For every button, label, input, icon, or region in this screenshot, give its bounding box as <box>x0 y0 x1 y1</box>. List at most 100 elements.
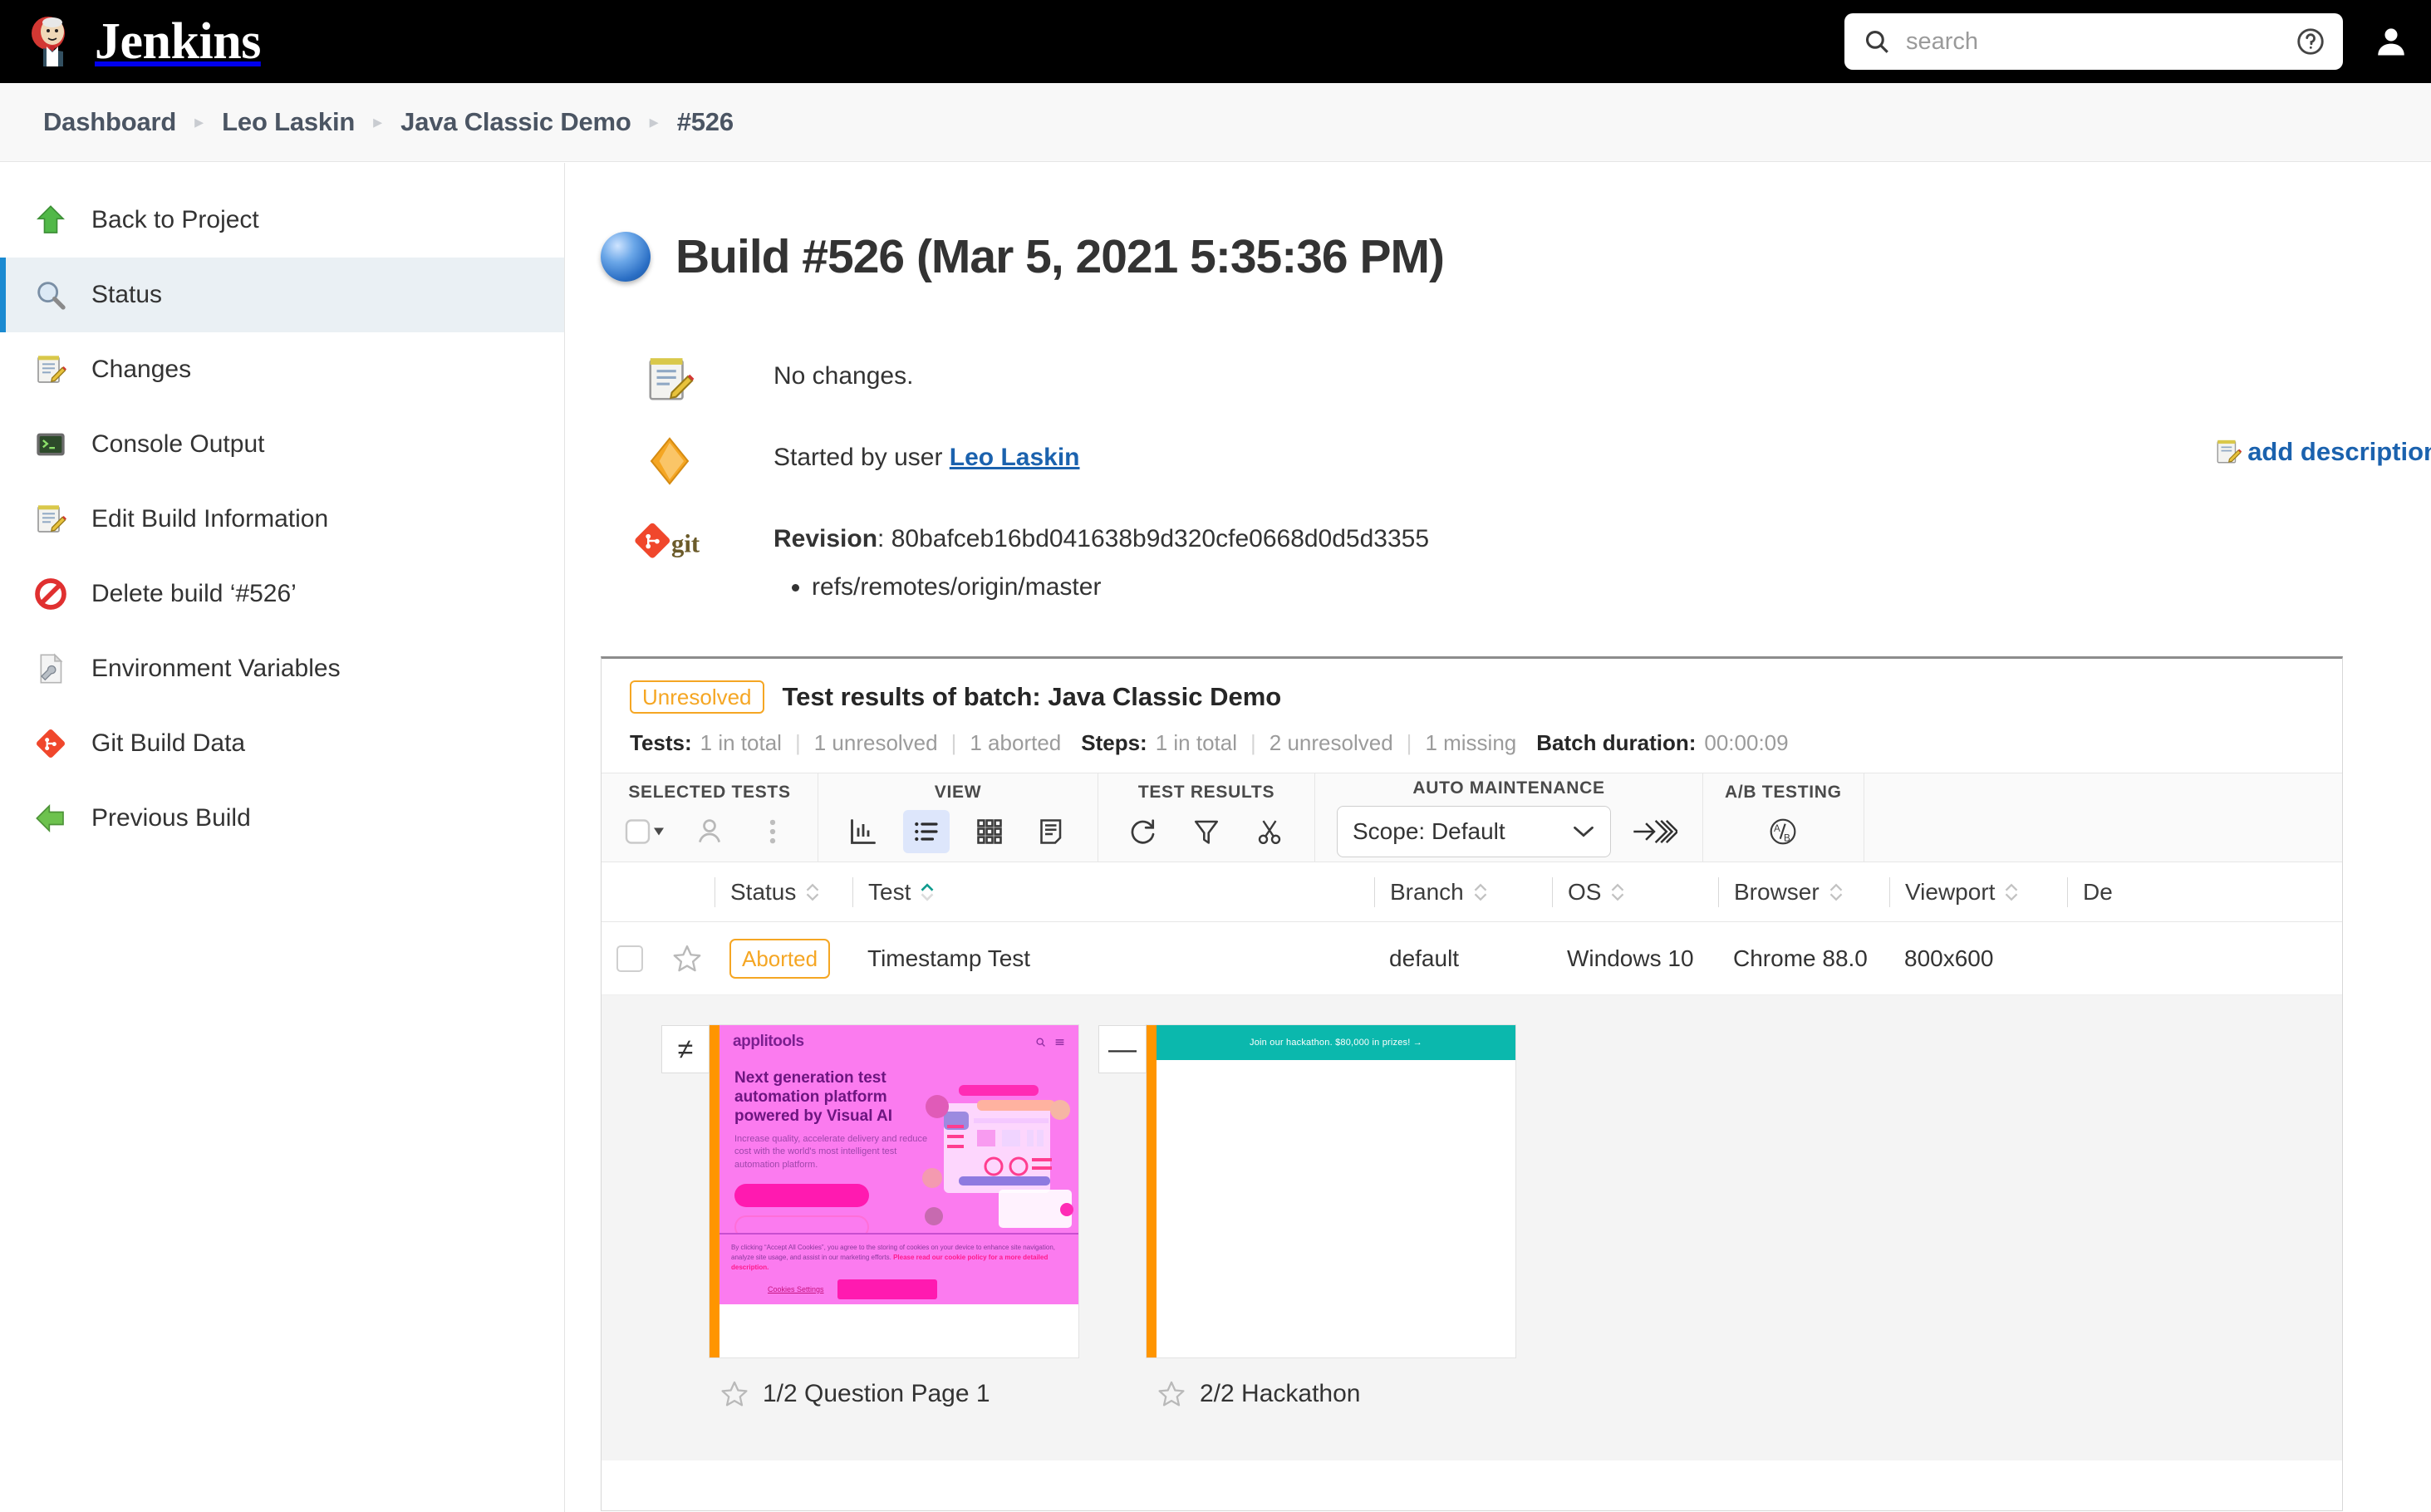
cell-branch: default <box>1374 945 1552 972</box>
diff-marker-badge[interactable]: ≠ <box>661 1025 710 1073</box>
mock-hackathon-banner: Join our hackathon. $80,000 in prizes! → <box>1157 1025 1515 1060</box>
breadcrumb-item-java-classic-demo[interactable]: Java Classic Demo <box>400 107 631 137</box>
sidebar-item-label: Git Build Data <box>91 731 245 756</box>
sort-icon <box>1609 881 1626 903</box>
sidebar-item-back-to-project[interactable]: Back to Project <box>0 183 564 258</box>
steps-missing: 1 missing <box>1425 730 1516 756</box>
thumbnail-caption-row: 2/2 Hackathon <box>1147 1379 1515 1409</box>
column-header-device[interactable]: De <box>2067 877 2183 907</box>
refresh-icon[interactable] <box>1120 810 1166 853</box>
mock-cookie-settings-link: Cookies Settings <box>768 1285 824 1294</box>
star-outline-icon[interactable] <box>719 1379 749 1409</box>
star-outline-icon[interactable] <box>1157 1379 1186 1409</box>
toolbar-group-view: VIEW <box>818 773 1098 862</box>
mock-paragraph: Increase quality, accelerate delivery an… <box>719 1127 928 1173</box>
sidebar-item-console-output[interactable]: Console Output <box>0 407 564 482</box>
sidebar-item-previous-build[interactable]: Previous Build <box>0 781 564 856</box>
refs-list: refs/remotes/origin/master <box>774 568 1429 606</box>
stat-separator: | <box>1250 730 1256 756</box>
tests-label: Tests: <box>630 730 692 756</box>
sidebar-item-environment-variables[interactable]: Environment Variables <box>0 631 564 706</box>
thumbnail-card[interactable]: ≠ applitools <box>710 1025 1078 1409</box>
page-title-row: Build #526 (Mar 5, 2021 5:35:36 PM) <box>601 198 2431 316</box>
person-icon[interactable] <box>686 810 733 853</box>
column-header-test[interactable]: Test <box>852 877 1374 907</box>
breadcrumb-item-leo-laskin[interactable]: Leo Laskin <box>222 107 355 137</box>
toolbar-spacer <box>1864 773 2342 862</box>
mock-page-body <box>719 1304 1078 1357</box>
up-arrow-icon <box>32 201 70 239</box>
duration-label: Batch duration: <box>1536 730 1696 756</box>
star-outline-icon[interactable] <box>671 943 703 974</box>
list-view-icon[interactable] <box>903 810 950 853</box>
duration-value: 00:00:09 <box>1704 730 1788 756</box>
sidebar-item-label: Edit Build Information <box>91 507 328 532</box>
git-revision-row: git Revision: 80bafceb16bd041638b9d320cf… <box>566 513 2431 606</box>
table-row[interactable]: Aborted Timestamp Test default Windows 1… <box>602 922 2342 995</box>
test-results-toolbar: SELECTED TESTS <box>602 773 2342 862</box>
cell-os: Windows 10 <box>1552 945 1718 972</box>
sidebar-item-changes[interactable]: Changes <box>0 332 564 407</box>
breadcrumb-item-build-number[interactable]: #526 <box>677 107 734 137</box>
toolbar-group-test-results: TEST RESULTS <box>1098 773 1315 862</box>
steps-label: Steps: <box>1081 730 1147 756</box>
help-circle-icon[interactable] <box>2295 26 2326 57</box>
left-arrow-icon <box>32 799 70 837</box>
column-label: OS <box>1568 879 1601 906</box>
thumbnail-image-question-page[interactable]: applitools Next generation test automati… <box>710 1025 1078 1357</box>
bar-chart-icon[interactable] <box>840 810 886 853</box>
thumbnail-caption: 2/2 Hackathon <box>1200 1380 1360 1408</box>
test-results-stats: Tests: 1 in total | 1 unresolved | 1 abo… <box>630 730 2314 756</box>
started-by-user-link[interactable]: Leo Laskin <box>950 444 1080 471</box>
tests-total: 1 in total <box>700 730 782 756</box>
jenkins-logo-link[interactable]: Jenkins <box>30 12 261 71</box>
toolbar-group-label: VIEW <box>935 783 981 803</box>
sidebar-item-delete-build[interactable]: Delete build ‘#526’ <box>0 557 564 631</box>
scope-select[interactable]: Scope: Default <box>1337 806 1611 857</box>
sort-icon <box>1828 881 1844 903</box>
grid-view-icon[interactable] <box>966 810 1013 853</box>
thumbnail-card[interactable]: — Join our hackathon. $80,000 in prizes!… <box>1147 1025 1515 1409</box>
revision-value: 80bafceb16bd041638b9d320cfe0668d0d5d3355 <box>891 525 1429 552</box>
sidebar-item-status[interactable]: Status <box>0 258 564 332</box>
column-header-browser[interactable]: Browser <box>1718 877 1889 907</box>
row-checkbox[interactable] <box>616 945 643 972</box>
stat-separator: | <box>951 730 957 756</box>
user-avatar-icon[interactable] <box>2373 23 2409 60</box>
checkbox-dropdown-icon[interactable] <box>623 810 670 853</box>
diff-marker-badge[interactable]: — <box>1098 1025 1147 1073</box>
apply-arrows-icon[interactable] <box>1628 810 1681 853</box>
batch-view-icon[interactable] <box>1029 810 1076 853</box>
orange-diamond-icon <box>566 432 774 487</box>
changes-text: No changes. <box>774 351 913 390</box>
notepad-pencil-icon <box>32 500 70 538</box>
column-header-os[interactable]: OS <box>1552 877 1718 907</box>
applitools-logo-text: applitools <box>733 1033 804 1051</box>
search-box[interactable] <box>1844 13 2343 70</box>
sidebar-item-label: Back to Project <box>91 208 259 233</box>
thumbnail-caption-row: 1/2 Question Page 1 <box>710 1379 1078 1409</box>
sidebar-item-git-build-data[interactable]: Git Build Data <box>0 706 564 781</box>
chevron-down-icon <box>1572 824 1595 839</box>
sort-icon-active <box>919 881 936 903</box>
toolbar-group-label: SELECTED TESTS <box>628 783 790 803</box>
started-by-row: Started by user Leo Laskin <box>566 432 2431 498</box>
scissors-icon[interactable] <box>1246 810 1293 853</box>
stat-separator: | <box>795 730 801 756</box>
breadcrumb-item-dashboard[interactable]: Dashboard <box>43 107 176 137</box>
svg-text:git: git <box>671 530 700 558</box>
scope-select-value: Scope: Default <box>1353 818 1505 845</box>
panel-bottom-area <box>602 1460 2342 1510</box>
column-header-status[interactable]: Status <box>715 877 852 907</box>
more-vertical-icon[interactable] <box>749 810 796 853</box>
list-item: refs/remotes/origin/master <box>812 568 1429 606</box>
status-badge: Aborted <box>729 939 830 979</box>
sidebar-item-edit-build-information[interactable]: Edit Build Information <box>0 482 564 557</box>
search-input[interactable] <box>1904 27 2286 56</box>
thumbnail-image-hackathon[interactable]: Join our hackathon. $80,000 in prizes! → <box>1147 1025 1515 1357</box>
svg-text:B: B <box>1784 832 1790 843</box>
ab-testing-icon[interactable]: A B <box>1760 810 1806 853</box>
filter-icon[interactable] <box>1183 810 1230 853</box>
column-header-viewport[interactable]: Viewport <box>1889 877 2067 907</box>
column-header-branch[interactable]: Branch <box>1374 877 1552 907</box>
